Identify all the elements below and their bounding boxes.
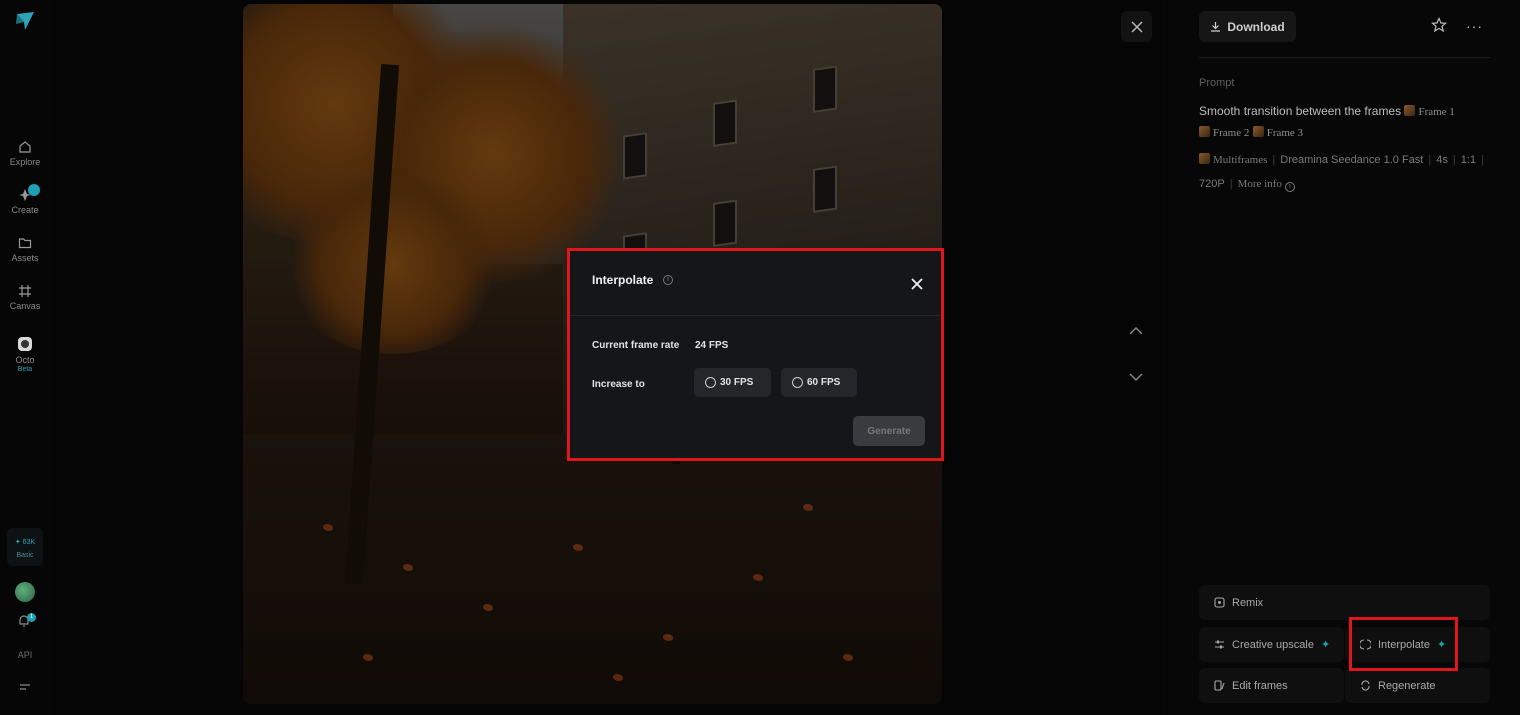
dialog-divider bbox=[570, 315, 941, 316]
duration-label: 4s bbox=[1436, 154, 1448, 166]
remix-label: Remix bbox=[1232, 596, 1264, 609]
dialog-title: Interpolate bbox=[592, 273, 654, 287]
sidebar-item-label: Octo bbox=[15, 355, 35, 365]
canvas-icon bbox=[19, 285, 31, 297]
fps-option-60[interactable]: 60 FPS bbox=[781, 368, 857, 397]
close-icon[interactable] bbox=[911, 278, 923, 290]
mode-thumbnail bbox=[1199, 153, 1210, 164]
frame-tag: Frame 2 bbox=[1213, 127, 1250, 139]
home-icon bbox=[19, 141, 31, 153]
download-icon bbox=[1211, 22, 1221, 32]
fps-option-30[interactable]: 30 FPS bbox=[694, 368, 771, 397]
menu-icon[interactable] bbox=[19, 683, 31, 693]
mode-label: Multiframes bbox=[1213, 154, 1268, 166]
info-icon[interactable]: i bbox=[663, 275, 673, 285]
prompt-text: Smooth transition between the frames Fra… bbox=[1199, 101, 1491, 143]
interpolate-dialog: Interpolate i Current frame rate 24 FPS … bbox=[567, 248, 944, 461]
fps-option-label: 60 FPS bbox=[807, 377, 841, 388]
sparkle-icon: ✦ bbox=[1320, 639, 1331, 651]
download-button[interactable]: Download bbox=[1199, 11, 1296, 42]
chevron-up-icon[interactable] bbox=[1127, 322, 1145, 340]
creative-upscale-button[interactable]: Creative upscale ✦ bbox=[1199, 627, 1344, 662]
frame-tag: Frame 3 bbox=[1266, 127, 1304, 139]
octo-icon bbox=[18, 337, 32, 351]
prompt-label: Prompt bbox=[1199, 77, 1235, 89]
close-icon bbox=[1131, 21, 1142, 32]
radio-icon bbox=[705, 377, 716, 388]
frame-thumbnail bbox=[1404, 105, 1416, 116]
sidebar-item-label: Canvas bbox=[9, 301, 41, 311]
more-info-link[interactable]: More info bbox=[1238, 178, 1282, 190]
sidebar-item-explore[interactable]: Explore bbox=[0, 140, 50, 167]
close-viewer-button[interactable] bbox=[1121, 11, 1152, 42]
credits-amount: ✦ 63K bbox=[14, 539, 36, 546]
interpolate-highlight bbox=[1349, 617, 1458, 671]
frame-tag: Frame 1 bbox=[1418, 106, 1455, 118]
sidebar-item-label: Create bbox=[11, 205, 39, 215]
regenerate-icon bbox=[1361, 680, 1370, 691]
upscale-icon bbox=[1215, 640, 1224, 649]
download-label: Download bbox=[1227, 19, 1285, 34]
radio-icon bbox=[792, 377, 803, 388]
creative-upscale-label: Creative upscale bbox=[1232, 638, 1314, 651]
divider bbox=[1199, 57, 1490, 58]
remix-icon bbox=[1214, 597, 1225, 608]
generate-button[interactable]: Generate bbox=[853, 416, 925, 446]
sidebar-item-octo[interactable]: Octo Beta bbox=[0, 336, 50, 373]
ratio-label: 1:1 bbox=[1460, 154, 1476, 166]
edit-frames-label: Edit frames bbox=[1232, 679, 1288, 692]
frame-thumbnail bbox=[1199, 126, 1210, 137]
sidebar-item-label: Explore bbox=[9, 157, 41, 167]
credits-badge[interactable]: ✦ 63K Basic bbox=[7, 528, 43, 566]
chevron-down-icon[interactable] bbox=[1127, 368, 1145, 386]
more-options-icon[interactable]: ··· bbox=[1466, 18, 1483, 34]
left-sidebar: Explore Create Assets Canvas Octo Beta ✦… bbox=[0, 0, 50, 715]
create-badge bbox=[28, 184, 40, 196]
frame-thumbnail bbox=[1252, 126, 1264, 137]
prompt-body: Smooth transition between the frames bbox=[1199, 104, 1402, 118]
sidebar-item-assets[interactable]: Assets bbox=[0, 236, 50, 263]
notification-badge: 1 bbox=[27, 613, 36, 622]
current-frame-rate-label: Current frame rate bbox=[592, 340, 680, 351]
sidebar-item-create[interactable]: Create bbox=[0, 184, 50, 215]
regenerate-label: Regenerate bbox=[1378, 679, 1436, 692]
current-frame-rate-value: 24 FPS bbox=[695, 340, 729, 351]
remix-button[interactable]: Remix bbox=[1199, 585, 1490, 620]
edit-frames-button[interactable]: Edit frames bbox=[1199, 668, 1344, 703]
plan-label: Basic bbox=[16, 552, 34, 559]
fps-option-label: 30 FPS bbox=[720, 377, 754, 388]
folder-icon bbox=[18, 238, 32, 249]
avatar[interactable] bbox=[15, 582, 35, 602]
sidebar-item-label: Assets bbox=[11, 253, 39, 263]
regenerate-button[interactable]: Regenerate bbox=[1345, 668, 1490, 703]
edit-frames-icon bbox=[1214, 680, 1225, 691]
beta-badge: Beta bbox=[17, 366, 33, 373]
info-icon[interactable]: i bbox=[1284, 182, 1295, 192]
sidebar-item-canvas[interactable]: Canvas bbox=[0, 284, 50, 311]
increase-to-label: Increase to bbox=[592, 379, 645, 390]
logo-icon[interactable] bbox=[14, 10, 36, 32]
generation-meta: Multiframes | Dreamina Seedance 1.0 Fast | 4… bbox=[1199, 153, 1484, 192]
model-label: Dreamina Seedance 1.0 Fast bbox=[1280, 154, 1424, 166]
star-icon[interactable] bbox=[1431, 17, 1447, 33]
resolution-label: 720P bbox=[1199, 178, 1225, 190]
api-link[interactable]: API bbox=[0, 650, 50, 660]
